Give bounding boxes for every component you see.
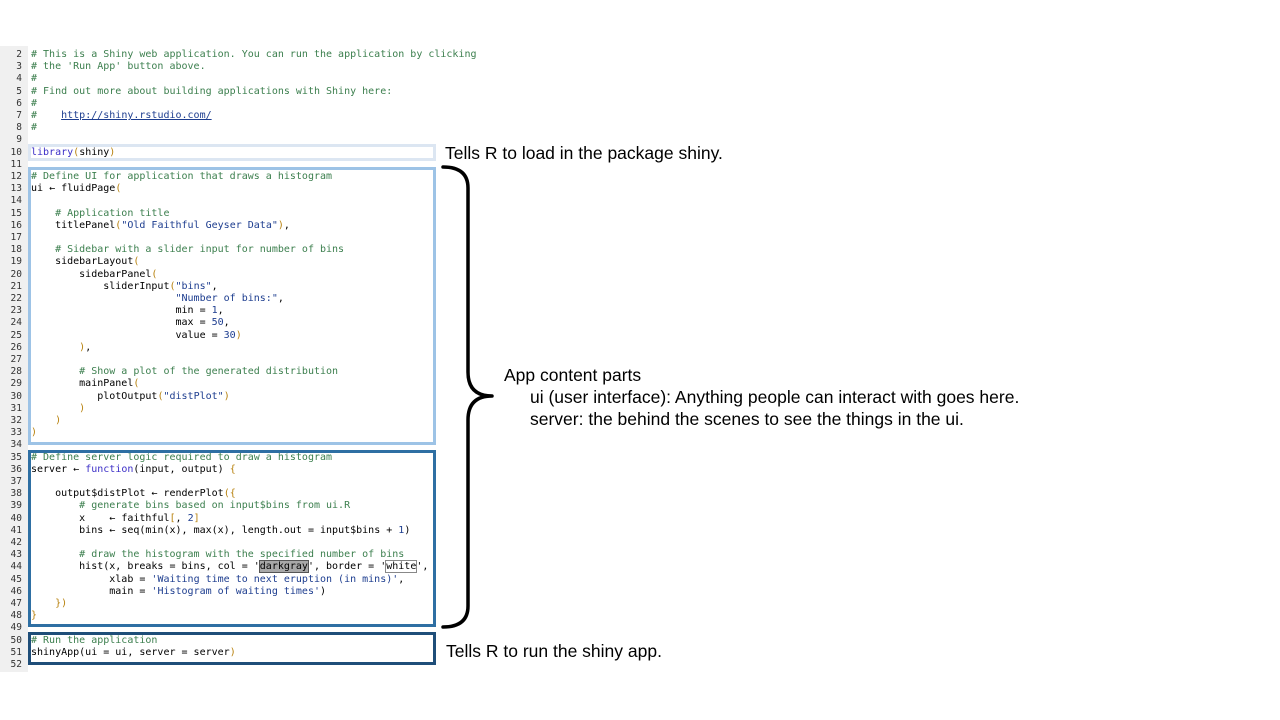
line-number: 45 — [10, 573, 22, 585]
line-number: 21 — [10, 280, 22, 292]
code-token: # — [31, 122, 38, 134]
code-line: 6 # — [0, 98, 474, 110]
code-line: 7 # http://shiny.rstudio.com/ — [0, 110, 474, 122]
line-number: 25 — [10, 329, 22, 341]
line-number: 17 — [10, 232, 22, 243]
ui-annotation: ui (user interface): Anything people can… — [530, 387, 1020, 407]
line-number: 19 — [10, 256, 22, 268]
line-number: 37 — [10, 476, 22, 487]
line-number: 7 — [16, 110, 22, 121]
code-token: # — [31, 73, 38, 85]
line-number: 39 — [10, 500, 22, 512]
code-line: 4 # — [0, 73, 474, 85]
line-number: 4 — [16, 73, 22, 85]
code-token: # Find out more about building applicati… — [31, 85, 393, 97]
line-number: 22 — [10, 293, 22, 304]
line-number: 43 — [10, 549, 22, 561]
line-number: 48 — [10, 610, 22, 622]
code-token: # — [31, 97, 38, 109]
line-number: 50 — [10, 634, 22, 646]
library-highlight-box — [28, 144, 436, 161]
run-highlight-box — [28, 632, 436, 665]
code-line: 5 # Find out more about building applicat… — [0, 86, 474, 98]
line-number: 24 — [10, 317, 22, 329]
line-number: 35 — [10, 451, 22, 463]
line-number: 52 — [10, 659, 22, 670]
code-text: # http://shiny.rstudio.com/ — [31, 110, 212, 122]
line-number: 14 — [10, 195, 22, 207]
line-number: 31 — [10, 402, 22, 414]
line-number: 51 — [10, 646, 22, 658]
line-number: 38 — [10, 488, 22, 500]
line-number: 44 — [10, 561, 22, 573]
line-number: 23 — [10, 305, 22, 317]
code-text: # Find out more about building applicati… — [31, 86, 392, 98]
line-number: 8 — [16, 122, 22, 134]
line-number: 18 — [10, 244, 22, 256]
line-number: 2 — [16, 49, 22, 60]
line-number: 46 — [10, 585, 22, 597]
line-number: 9 — [16, 134, 22, 146]
code-token: # — [31, 110, 62, 121]
code-line: 2 # This is a Shiny web application. You … — [0, 49, 477, 61]
line-number: 10 — [10, 146, 22, 158]
line-number: 5 — [16, 85, 22, 97]
ui-highlight-box — [28, 167, 436, 445]
line-number: 33 — [10, 427, 22, 439]
line-number: 16 — [10, 219, 22, 231]
code-text: # — [31, 122, 37, 134]
line-number: 3 — [16, 61, 22, 73]
run-annotation: Tells R to run the shiny app. — [446, 641, 662, 661]
line-number: 29 — [10, 378, 22, 390]
app-parts-title: App content parts — [504, 365, 642, 385]
code-text: # — [31, 98, 37, 110]
line-number: 15 — [10, 207, 22, 219]
code-line: 8 # — [0, 122, 474, 134]
line-number: 40 — [10, 512, 22, 524]
line-number: 32 — [10, 415, 22, 426]
code-line: 3 # the 'Run App' button above. — [0, 61, 474, 73]
code-token: # the 'Run App' button above. — [31, 61, 206, 73]
line-number: 41 — [10, 524, 22, 536]
line-number: 28 — [10, 366, 22, 378]
server-annotation: server: the behind the scenes to see the… — [530, 409, 964, 429]
line-number: 42 — [10, 537, 22, 548]
line-number: 13 — [10, 183, 22, 195]
line-number: 30 — [10, 390, 22, 402]
code-token: http://shiny.rstudio.com/ — [61, 110, 212, 121]
line-number: 6 — [16, 97, 22, 109]
line-number: 49 — [10, 622, 22, 634]
line-number: 34 — [10, 439, 22, 451]
line-number: 11 — [10, 158, 22, 170]
code-text: # the 'Run App' button above. — [31, 61, 206, 73]
line-number: 27 — [10, 354, 22, 365]
line-number: 26 — [10, 341, 22, 353]
server-highlight-box — [28, 450, 436, 627]
line-number: 20 — [10, 268, 22, 280]
library-annotation: Tells R to load in the package shiny. — [445, 143, 723, 163]
line-number: 47 — [10, 598, 22, 609]
code-token: # This is a Shiny web application. You c… — [31, 49, 477, 60]
line-number: 36 — [10, 463, 22, 475]
code-text: # This is a Shiny web application. You c… — [31, 49, 477, 61]
code-text: # — [31, 73, 37, 85]
line-number: 12 — [10, 171, 22, 182]
curly-brace-icon — [441, 165, 494, 629]
